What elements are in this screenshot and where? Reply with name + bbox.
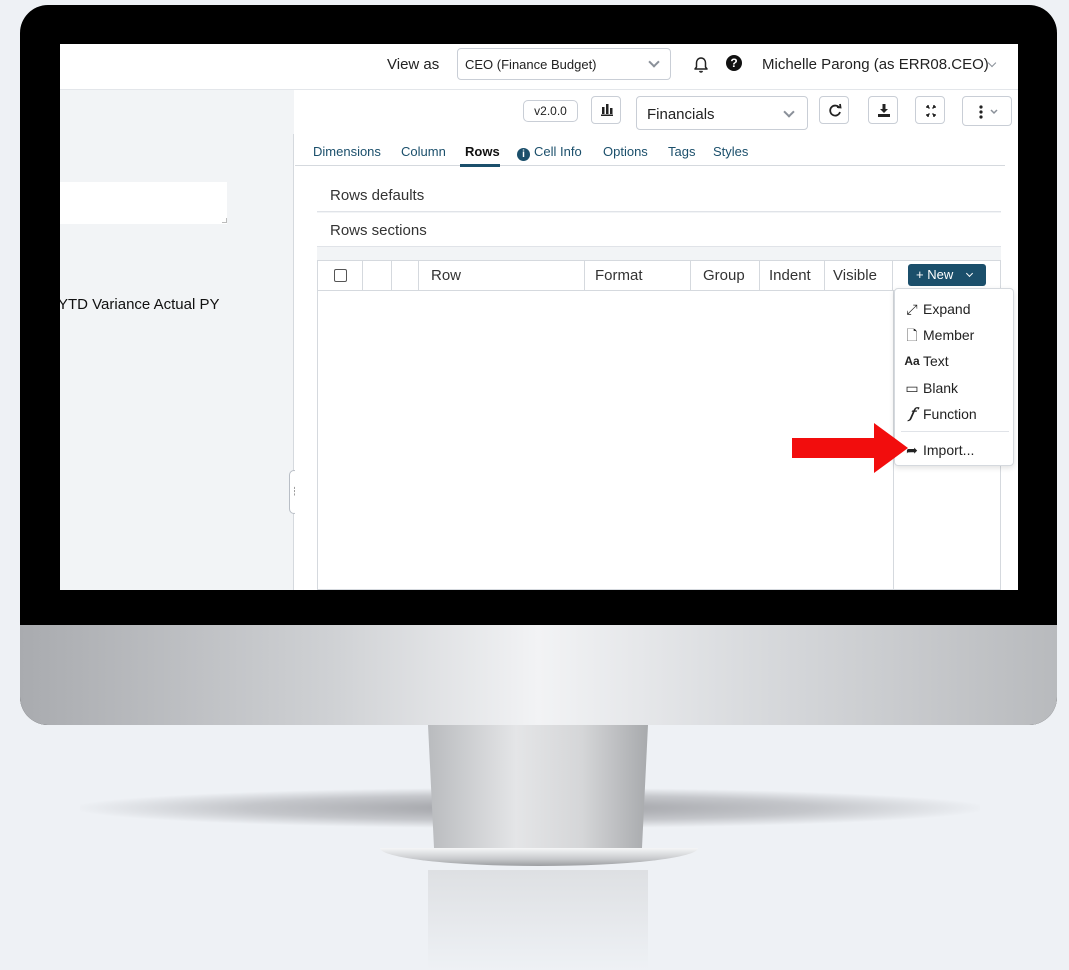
column-header-indent[interactable]: Indent bbox=[760, 261, 825, 291]
download-button[interactable] bbox=[868, 96, 898, 124]
version-badge: v2.0.0 bbox=[523, 100, 578, 122]
menu-item-label: Text bbox=[923, 353, 949, 369]
new-row-menu: ⤢ Expand 🗋 Member Aa Text ▭ Blank 𝑓 Func… bbox=[894, 288, 1014, 466]
info-icon: i bbox=[517, 148, 530, 161]
grid-column-blank bbox=[363, 261, 392, 291]
blank-row-icon: ▭ bbox=[905, 380, 919, 396]
preview-header-box bbox=[60, 182, 227, 224]
chevron-down-icon bbox=[648, 56, 660, 68]
expand-icon: ⤢ bbox=[906, 301, 918, 317]
rows-grid-header: Row Format Group Indent Visible + New bbox=[318, 261, 1000, 291]
view-as-select[interactable]: CEO (Finance Budget) bbox=[457, 48, 671, 80]
menu-item-label: Blank bbox=[923, 380, 959, 396]
menu-item-function[interactable]: 𝑓 Function bbox=[895, 401, 1013, 427]
menu-item-label: Member bbox=[923, 327, 975, 343]
refresh-button[interactable] bbox=[819, 96, 849, 124]
fullscreen-icon bbox=[926, 105, 936, 117]
tab-dimensions[interactable]: Dimensions bbox=[313, 144, 381, 159]
fullscreen-button[interactable] bbox=[915, 96, 945, 124]
column-header-visible[interactable]: Visible bbox=[825, 261, 893, 291]
menu-item-text[interactable]: Aa Text bbox=[895, 348, 1013, 374]
chevron-down-icon bbox=[965, 269, 974, 278]
menu-item-label: Function bbox=[923, 406, 977, 422]
menu-item-import[interactable]: ➦ Import... bbox=[895, 437, 1013, 463]
tabs-divider bbox=[295, 165, 1005, 166]
menu-item-member[interactable]: 🗋 Member bbox=[895, 322, 1013, 348]
tab-rows[interactable]: Rows bbox=[465, 144, 500, 159]
view-as-value: CEO (Finance Budget) bbox=[465, 57, 597, 72]
tab-tags[interactable]: Tags bbox=[668, 144, 695, 159]
bell-icon[interactable] bbox=[691, 55, 711, 75]
select-all-checkbox[interactable] bbox=[334, 269, 347, 282]
kebab-menu-icon bbox=[979, 105, 998, 119]
view-as-label: View as bbox=[387, 56, 440, 73]
monitor-chin bbox=[20, 625, 1057, 725]
tab-column[interactable]: Column bbox=[401, 144, 446, 159]
tab-options[interactable]: Options bbox=[603, 144, 648, 159]
app-screen: View as CEO (Finance Budget) ? Michelle … bbox=[60, 44, 1018, 590]
grid-column-blank bbox=[392, 261, 419, 291]
column-header-group[interactable]: Group bbox=[691, 261, 760, 291]
rows-defaults-label: Rows defaults bbox=[330, 187, 425, 204]
report-select[interactable]: Financials bbox=[636, 96, 808, 130]
report-preview-panel: YTD Variance Actual PY bbox=[60, 90, 294, 590]
report-select-value: Financials bbox=[647, 106, 715, 123]
user-menu-name[interactable]: Michelle Parong (as ERR08.CEO) bbox=[762, 56, 989, 73]
monitor-stand-neck bbox=[428, 725, 648, 860]
red-arrow-annotation bbox=[792, 423, 908, 473]
monitor-stand-reflection bbox=[428, 870, 648, 970]
top-bar: View as CEO (Finance Budget) ? Michelle … bbox=[60, 44, 1018, 90]
chart-button[interactable] bbox=[591, 96, 621, 124]
column-header-row[interactable]: Row bbox=[419, 261, 585, 291]
menu-separator bbox=[901, 431, 1009, 432]
chevron-down-icon bbox=[783, 106, 795, 118]
active-tab-indicator bbox=[460, 164, 500, 167]
menu-item-label: Expand bbox=[923, 301, 971, 317]
download-icon bbox=[878, 104, 890, 117]
chevron-down-icon[interactable] bbox=[987, 58, 997, 68]
new-row-button[interactable]: + New bbox=[908, 264, 986, 286]
tab-cell-info-label: Cell Info bbox=[534, 144, 582, 159]
tab-styles[interactable]: Styles bbox=[713, 144, 748, 159]
menu-item-blank[interactable]: ▭ Blank bbox=[895, 375, 1013, 401]
new-row-button-label: + New bbox=[916, 267, 954, 282]
menu-item-label: Import... bbox=[923, 442, 975, 458]
refresh-icon bbox=[829, 103, 842, 117]
menu-item-expand[interactable]: ⤢ Expand bbox=[895, 296, 1013, 322]
rows-sections-label: Rows sections bbox=[330, 222, 427, 239]
more-options-button[interactable] bbox=[962, 96, 1012, 126]
rows-defaults-section[interactable]: Rows defaults bbox=[317, 178, 1001, 212]
text-icon: Aa bbox=[904, 354, 920, 368]
panel-splitter[interactable] bbox=[293, 134, 294, 590]
document-icon: 🗋 bbox=[906, 327, 918, 343]
rows-sections-section[interactable]: Rows sections bbox=[317, 213, 1001, 247]
bar-chart-icon bbox=[601, 104, 613, 116]
select-all-column bbox=[318, 261, 363, 291]
column-header-format[interactable]: Format bbox=[585, 261, 691, 291]
preview-column-headers: YTD Variance Actual PY bbox=[60, 296, 220, 313]
tab-cell-info[interactable]: i Cell Info bbox=[517, 144, 582, 161]
resize-corner-icon bbox=[222, 218, 227, 223]
help-icon[interactable]: ? bbox=[726, 55, 742, 71]
monitor-stand-base bbox=[380, 848, 698, 866]
